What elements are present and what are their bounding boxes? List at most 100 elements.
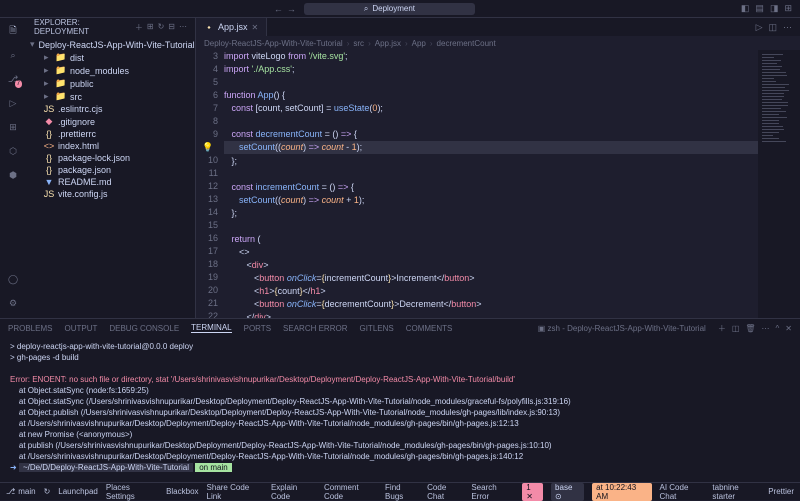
new-folder-icon[interactable]: ⊞: [147, 22, 154, 33]
tree-item[interactable]: <>index.html: [30, 140, 191, 152]
js-icon: JS: [44, 189, 54, 199]
search-icon: ⌕: [364, 4, 368, 14]
new-file-icon[interactable]: ＋: [135, 22, 143, 33]
nav-back-icon[interactable]: ←: [274, 4, 283, 14]
command-center[interactable]: ⌕ Deployment: [304, 3, 475, 15]
folder-icon: 📁: [56, 52, 66, 63]
sb-comment-code[interactable]: Comment Code: [324, 483, 377, 501]
gutter: 3456789💡101112131415161718192021222324: [196, 50, 224, 318]
tab-app-jsx[interactable]: ⬩ App.jsx ✕: [196, 18, 267, 36]
panel-tab-terminal[interactable]: TERMINAL: [191, 323, 231, 333]
extensions-icon[interactable]: ⊞: [6, 120, 20, 134]
sb-explain-code[interactable]: Explain Code: [271, 483, 316, 501]
breadcrumb[interactable]: Deploy-ReactJS-App-With-Vite-Tutorial›sr…: [196, 36, 800, 50]
maximize-icon[interactable]: ^: [776, 324, 780, 333]
sidebar: EXPLORER: DEPLOYMENT ＋ ⊞ ↻ ⊟ ⋯ ▾ Deploy-…: [26, 18, 196, 318]
panel-tab-debug-console[interactable]: DEBUG CONSOLE: [109, 324, 179, 333]
folder-icon: 📁: [56, 91, 66, 102]
tree-item[interactable]: {}package.json: [30, 164, 191, 176]
editor-tabs: ⬩ App.jsx ✕ ▷ ◫ ⋯: [196, 18, 800, 36]
scm-icon[interactable]: ⎇7: [6, 72, 20, 86]
terminal-shell-label[interactable]: ▣ zsh - Deploy-ReactJS-App-With-Vite-Tut…: [532, 324, 712, 333]
collapse-icon[interactable]: ⊟: [168, 22, 175, 33]
sb-prettier[interactable]: Prettier: [768, 483, 794, 501]
tree-item[interactable]: ◆.gitignore: [30, 115, 191, 128]
sb-base[interactable]: base ⊙: [551, 483, 584, 501]
close-icon[interactable]: ✕: [252, 23, 259, 32]
customize-layout-icon[interactable]: ⊞: [784, 3, 792, 14]
breadcrumb-item[interactable]: Deploy-ReactJS-App-With-Vite-Tutorial: [204, 39, 343, 48]
json-icon: {}: [44, 165, 54, 175]
sb-search-error[interactable]: Search Error: [471, 483, 514, 501]
terminal[interactable]: > deploy-reactjs-app-with-vite-tutorial@…: [0, 337, 800, 482]
close-panel-icon[interactable]: ✕: [785, 324, 792, 333]
code-editor[interactable]: import viteLogo from '/vite.svg';import …: [224, 50, 758, 318]
sb-ai-code-chat[interactable]: AI Code Chat: [660, 483, 705, 501]
sb-tabnine-starter[interactable]: tabnine starter: [712, 483, 760, 501]
tree-item[interactable]: JS.eslintrc.cjs: [30, 103, 191, 115]
tree-item[interactable]: ▸📁src: [30, 90, 191, 103]
more-icon[interactable]: ⋯: [783, 22, 792, 33]
docker-icon[interactable]: ⬢: [6, 168, 20, 182]
settings-icon[interactable]: ⚙: [6, 296, 20, 310]
sb-share-code-link[interactable]: Share Code Link: [207, 483, 263, 501]
tree-item[interactable]: JSvite.config.js: [30, 188, 191, 200]
sb-code-chat[interactable]: Code Chat: [427, 483, 463, 501]
sb-blackbox[interactable]: Blackbox: [166, 483, 198, 501]
panel: PROBLEMS OUTPUT DEBUG CONSOLE TERMINAL PORTS…: [0, 318, 800, 482]
sb-sync[interactable]: ↻: [44, 487, 51, 496]
minimap[interactable]: [758, 50, 800, 318]
explorer-icon[interactable]: 🗎: [6, 24, 20, 38]
layout-secondary-icon[interactable]: ◨: [770, 3, 779, 14]
layout-primary-icon[interactable]: ◧: [741, 3, 750, 14]
js-icon: JS: [44, 104, 54, 114]
tree-item[interactable]: {}.prettierrc: [30, 128, 191, 140]
folder-icon: 📁: [56, 78, 66, 89]
tree-item[interactable]: ▸📁node_modules: [30, 64, 191, 77]
breadcrumb-item[interactable]: decrementCount: [437, 39, 496, 48]
tree-item[interactable]: ▸📁public: [30, 77, 191, 90]
tree-item[interactable]: ▼README.md: [30, 176, 191, 188]
search-icon[interactable]: ⌕: [6, 48, 20, 62]
search-placeholder: Deployment: [372, 4, 415, 13]
add-terminal-icon[interactable]: ＋: [718, 323, 726, 334]
layout-panel-icon[interactable]: ▤: [755, 3, 764, 14]
sb-launchpad[interactable]: Launchpad: [58, 483, 98, 501]
tree-item[interactable]: {}package-lock.json: [30, 152, 191, 164]
refresh-icon[interactable]: ↻: [158, 22, 165, 33]
json-icon: {}: [44, 153, 54, 163]
folder-icon: 📁: [56, 65, 66, 76]
sb-branch[interactable]: ⎇ main: [6, 487, 36, 496]
panel-tab-search-error[interactable]: SEARCH ERROR: [283, 324, 347, 333]
statusbar: ⎇ main ↻ Launchpad Places Settings Blackbo…: [0, 482, 800, 500]
remote-icon[interactable]: ⬡: [6, 144, 20, 158]
trash-icon[interactable]: 🗑: [745, 324, 755, 333]
tree-item[interactable]: ▸📁dist: [30, 51, 191, 64]
split-icon[interactable]: ◫: [768, 22, 777, 33]
nav-fwd-icon[interactable]: →: [287, 4, 296, 14]
panel-tab-gitlens[interactable]: GITLENS: [359, 324, 393, 333]
panel-tab-comments[interactable]: COMMENTS: [406, 324, 453, 333]
debug-icon[interactable]: ▷: [6, 96, 20, 110]
panel-tabs: PROBLEMS OUTPUT DEBUG CONSOLE TERMINAL PORTS…: [0, 319, 800, 337]
sb-errors[interactable]: 1 ✕: [522, 483, 543, 501]
breadcrumb-item[interactable]: App.jsx: [375, 39, 401, 48]
run-icon[interactable]: ▷: [756, 22, 763, 33]
file-tree: ▾ Deploy-ReactJS-App-With-Vite-Tutorial …: [26, 36, 195, 202]
panel-tab-problems[interactable]: PROBLEMS: [8, 324, 52, 333]
panel-tab-ports[interactable]: PORTS: [244, 324, 271, 333]
activity-bar: 🗎 ⌕ ⎇7 ▷ ⊞ ⬡ ⬢ ◯ ⚙: [0, 18, 26, 318]
sidebar-title: EXPLORER: DEPLOYMENT: [34, 18, 135, 36]
more-icon[interactable]: ⋯: [179, 22, 187, 33]
sb-time: at 10:22:43 AM: [592, 483, 651, 501]
chevron-down-icon: ▾: [30, 39, 35, 50]
sb-places-settings[interactable]: Places Settings: [106, 483, 158, 501]
account-icon[interactable]: ◯: [6, 272, 20, 286]
sb-find-bugs[interactable]: Find Bugs: [385, 483, 419, 501]
breadcrumb-item[interactable]: App: [412, 39, 426, 48]
breadcrumb-item[interactable]: src: [353, 39, 364, 48]
split-terminal-icon[interactable]: ◫: [732, 324, 740, 333]
more-icon[interactable]: ⋯: [762, 324, 770, 333]
tree-root[interactable]: ▾ Deploy-ReactJS-App-With-Vite-Tutorial: [30, 38, 191, 51]
panel-tab-output[interactable]: OUTPUT: [64, 324, 97, 333]
